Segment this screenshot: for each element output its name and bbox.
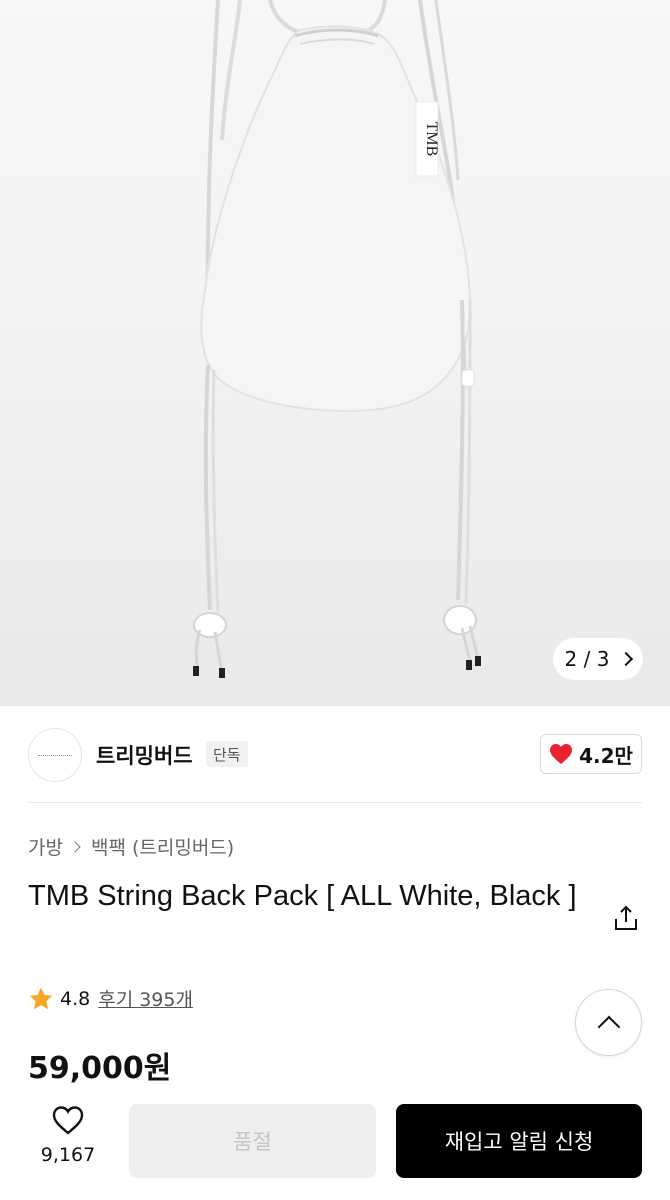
rating-row: 4.8 후기 395개 — [28, 985, 193, 1012]
breadcrumb-subcategory[interactable]: 백팩 (트리밍버드) — [91, 833, 234, 860]
seller-row: 트리밍버드 단독 4.2만 — [28, 728, 642, 782]
rating-score: 4.8 — [60, 987, 91, 1010]
scroll-to-top-button[interactable] — [575, 989, 642, 1056]
image-counter-total: 3 — [596, 647, 610, 671]
breadcrumb-category[interactable]: 가방 — [28, 833, 63, 860]
image-counter-current: 2 — [564, 647, 578, 671]
soldout-button: 품절 — [129, 1104, 376, 1178]
wishlist-count: 9,167 — [40, 1144, 96, 1166]
image-counter-separator: / — [583, 647, 591, 671]
product-image: TMB — [193, 0, 481, 678]
exclusive-badge: 단독 — [206, 741, 248, 767]
chevron-right-icon — [619, 651, 634, 667]
wishlist-button[interactable]: 9,167 — [28, 1104, 108, 1176]
seller-name[interactable]: 트리밍버드 — [96, 740, 193, 770]
share-icon[interactable] — [611, 903, 641, 933]
product-image-gallery[interactable]: TMB 2 / 3 — [0, 0, 670, 706]
breadcrumb: 가방 백팩 (트리밍버드) — [28, 833, 234, 860]
bag-tag-text: TMB — [423, 122, 440, 157]
review-count-link[interactable]: 후기 395개 — [98, 985, 193, 1012]
image-counter[interactable]: 2 / 3 — [553, 638, 643, 680]
seller-avatar[interactable] — [28, 728, 82, 782]
restock-alert-button[interactable]: 재입고 알림 신청 — [396, 1104, 642, 1178]
brand-like-button[interactable]: 4.2만 — [540, 734, 642, 774]
heart-outline-icon — [52, 1106, 84, 1135]
star-icon — [29, 987, 53, 1009]
heart-filled-icon — [550, 744, 573, 764]
brand-like-count: 4.2만 — [579, 743, 633, 768]
product-title: TMB String Back Pack [ ALL White, Black … — [28, 880, 577, 912]
chevron-up-icon — [597, 1015, 620, 1038]
product-price: 59,000원 — [28, 1051, 172, 1086]
chevron-right-icon — [69, 840, 81, 853]
divider — [28, 802, 642, 803]
